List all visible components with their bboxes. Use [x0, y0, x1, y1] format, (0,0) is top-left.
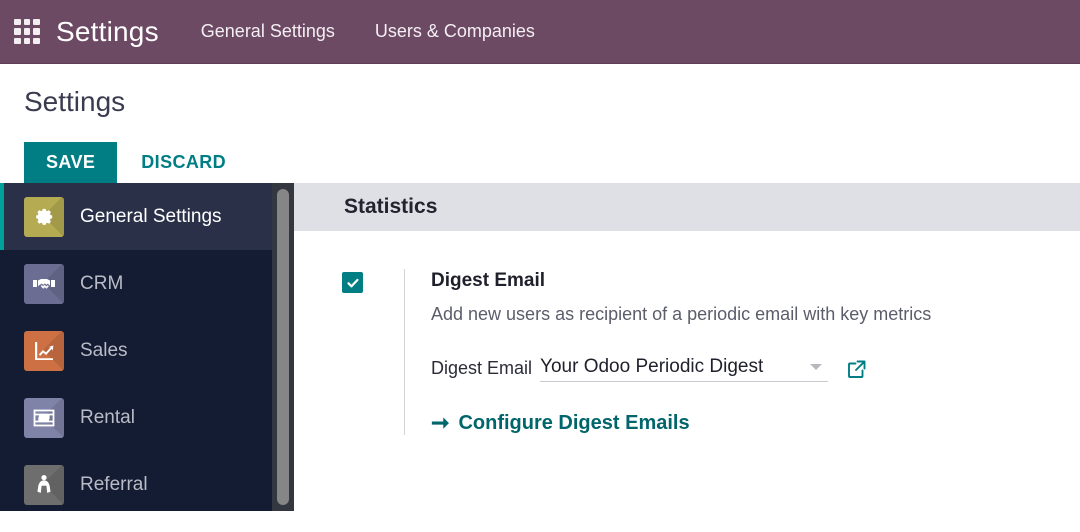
digest-email-value: Your Odoo Periodic Digest — [540, 355, 764, 377]
ticket-calendar-icon — [24, 397, 64, 438]
setting-description: Add new users as recipient of a periodic… — [431, 303, 932, 324]
configure-digest-emails-link[interactable]: ➞ Configure Digest Emails — [431, 412, 1080, 435]
setting-digest-email: Digest Email Add new users as recipient … — [294, 231, 1080, 435]
sidebar-scrollbar[interactable] — [272, 183, 294, 511]
apps-grid-icon[interactable] — [14, 18, 40, 45]
sidebar-item-general-settings[interactable]: General Settings — [0, 183, 272, 250]
sidebar-item-referral[interactable]: Referral — [0, 451, 272, 511]
page-header: Settings SAVE DISCARD — [0, 64, 1080, 183]
external-link-icon[interactable] — [846, 358, 868, 380]
nav-item-general-settings[interactable]: General Settings — [201, 21, 335, 42]
setting-details: Digest Email Add new users as recipient … — [404, 269, 1080, 435]
sidebar-item-label: General Settings — [80, 205, 222, 227]
page-title: Settings — [24, 86, 126, 117]
sidebar-item-crm[interactable]: CRM — [0, 250, 272, 317]
chevron-down-icon[interactable] — [810, 363, 823, 370]
sidebar-item-label: Sales — [80, 339, 128, 361]
settings-content: Statistics Digest Email Add new users as… — [294, 183, 1080, 511]
section-header-statistics: Statistics — [294, 183, 1080, 231]
navbar-menu: General Settings Users & Companies — [201, 21, 535, 42]
settings-sidebar: General Settings CRM Sales Rental Referr… — [0, 183, 272, 511]
gear-icon — [24, 196, 64, 237]
sidebar-item-label: CRM — [80, 272, 124, 294]
configure-digest-emails-label: Configure Digest Emails — [458, 411, 690, 434]
caped-person-icon — [24, 464, 64, 505]
digest-email-checkbox[interactable] — [342, 272, 363, 293]
digest-email-field-label: Digest Email — [431, 358, 533, 379]
top-navbar: Settings General Settings Users & Compan… — [0, 0, 1080, 64]
setting-name: Digest Email — [431, 270, 546, 291]
discard-button[interactable]: DISCARD — [125, 142, 242, 183]
sidebar-item-label: Referral — [80, 473, 148, 495]
checkbox-column — [342, 269, 404, 435]
nav-item-users-companies[interactable]: Users & Companies — [375, 21, 535, 42]
handshake-icon — [24, 263, 64, 304]
brand-title[interactable]: Settings — [56, 16, 159, 48]
save-button[interactable]: SAVE — [24, 142, 118, 183]
action-buttons: SAVE DISCARD — [24, 142, 1080, 183]
sidebar-item-sales[interactable]: Sales — [0, 317, 272, 384]
sidebar-item-rental[interactable]: Rental — [0, 384, 272, 451]
chart-arrow-icon — [24, 330, 64, 371]
body-wrapper: General Settings CRM Sales Rental Referr… — [0, 183, 1080, 511]
digest-email-select[interactable]: Your Odoo Periodic Digest — [540, 355, 829, 382]
sidebar-item-label: Rental — [80, 406, 135, 428]
arrow-right-icon: ➞ — [431, 410, 450, 436]
section-title: Statistics — [344, 195, 438, 218]
digest-email-field-row: Digest Email Your Odoo Periodic Digest — [431, 356, 1080, 382]
scrollbar-thumb[interactable] — [277, 189, 289, 505]
